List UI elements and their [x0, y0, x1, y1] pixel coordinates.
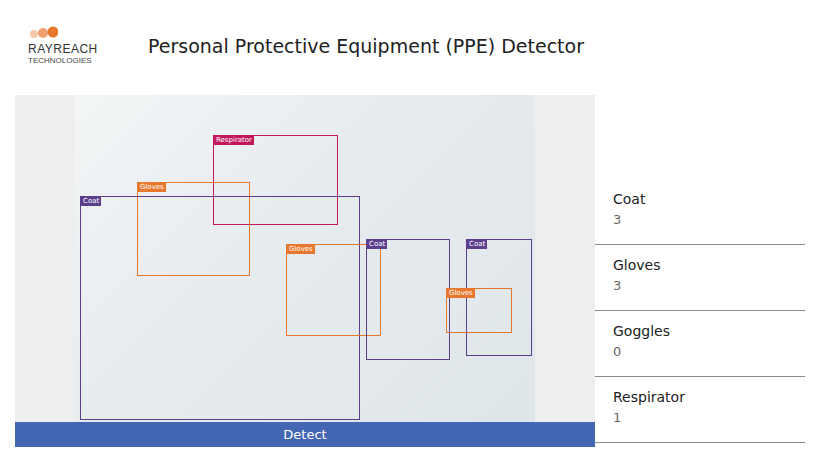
main-area: Respirator Gloves Coat Gloves Coat Coat Gloves… — [0, 95, 818, 447]
detection-label: Respirator — [214, 136, 254, 145]
logo-dots-icon — [30, 25, 58, 39]
detection-label: Coat — [367, 240, 387, 249]
count-label: Coat — [613, 191, 805, 207]
detection-label: Gloves — [287, 245, 315, 254]
ppe-detector-page: RAYREACH TECHNOLOGIES Personal Protectiv… — [0, 0, 818, 462]
detection-box: Coat — [80, 196, 360, 420]
detection-label: Gloves — [138, 183, 166, 192]
detection-photo: Respirator Gloves Coat Gloves Coat Coat Gloves — [75, 95, 535, 422]
count-item: Coat 3 — [595, 179, 805, 245]
count-value: 3 — [613, 278, 805, 293]
detection-box: Respirator — [213, 135, 338, 225]
detection-label: Coat — [81, 197, 101, 206]
page-title: Personal Protective Equipment (PPE) Dete… — [148, 35, 584, 57]
detection-box: Gloves — [446, 288, 512, 333]
detect-button[interactable]: Detect — [15, 422, 595, 447]
company-logo: RAYREACH TECHNOLOGIES — [28, 25, 148, 66]
image-viewer: Respirator Gloves Coat Gloves Coat Coat Gloves… — [15, 95, 595, 447]
count-value: 0 — [613, 344, 805, 359]
count-label: Goggles — [613, 323, 805, 339]
count-item: Goggles 0 — [595, 311, 805, 377]
header: RAYREACH TECHNOLOGIES Personal Protectiv… — [0, 0, 818, 95]
detection-label: Gloves — [447, 289, 475, 298]
detection-box: Coat — [366, 239, 450, 360]
logo-subtitle: TECHNOLOGIES — [28, 56, 92, 66]
counts-panel: Coat 3Gloves 3Goggles 0Respirator 1 — [595, 95, 805, 447]
count-item: Gloves 3 — [595, 245, 805, 311]
count-label: Respirator — [613, 389, 805, 405]
detection-box: Coat — [466, 239, 532, 356]
count-label: Gloves — [613, 257, 805, 273]
count-item: Respirator 1 — [595, 377, 805, 443]
detection-label: Coat — [467, 240, 487, 249]
count-value: 1 — [613, 410, 805, 425]
count-value: 3 — [613, 212, 805, 227]
image-stage: Respirator Gloves Coat Gloves Coat Coat Gloves — [15, 95, 595, 422]
logo-name: RAYREACH — [28, 42, 98, 56]
